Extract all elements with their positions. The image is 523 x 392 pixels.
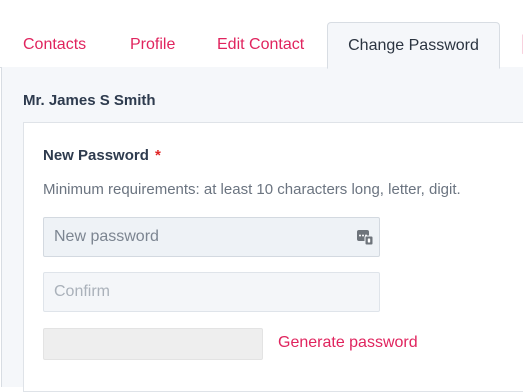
new-password-label: New Password * bbox=[43, 147, 161, 164]
tab-contacts[interactable]: Contacts bbox=[23, 22, 86, 68]
new-password-label-text: New Password bbox=[43, 147, 149, 164]
tab-change-password[interactable]: Change Password bbox=[327, 22, 500, 69]
password-strength-meter bbox=[43, 328, 263, 360]
tab-overflow-partial[interactable]: │ bbox=[519, 22, 523, 68]
required-mark: * bbox=[155, 147, 161, 164]
generate-password-link[interactable]: Generate password bbox=[278, 334, 418, 352]
tab-edit-contact[interactable]: Edit Contact bbox=[217, 22, 304, 68]
new-password-input[interactable] bbox=[43, 217, 380, 257]
password-requirements-hint: Minimum requirements: at least 10 charac… bbox=[43, 181, 461, 198]
tab-profile[interactable]: Profile bbox=[130, 22, 175, 68]
tab-bar: Contacts Profile Edit Contact Change Pas… bbox=[0, 0, 523, 69]
confirm-password-input[interactable] bbox=[43, 272, 380, 312]
password-keys-icon[interactable] bbox=[357, 229, 373, 245]
account-name: Mr. James S Smith bbox=[23, 92, 156, 109]
